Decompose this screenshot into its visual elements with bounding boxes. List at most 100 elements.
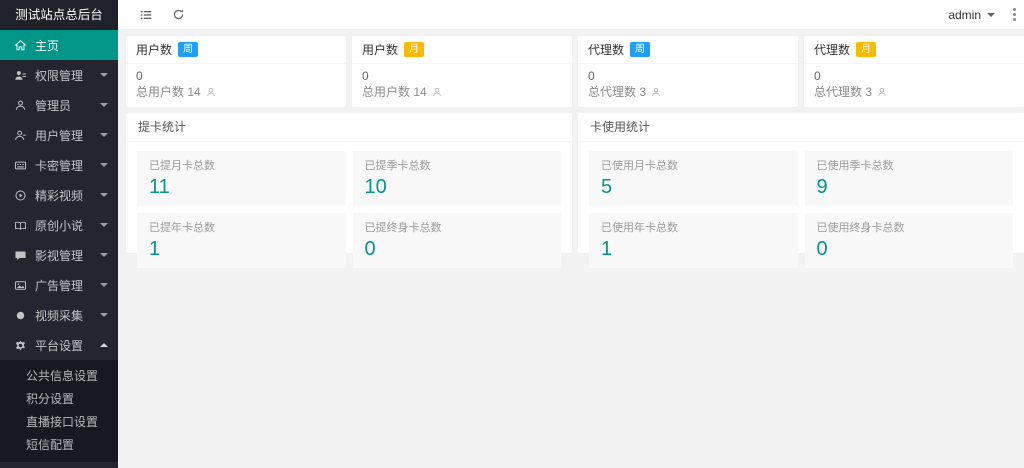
sidebar-item-label: 广告管理 (35, 278, 84, 293)
sidebar-nav: 主页 权限管理 管理员 用户管理 卡密管理 精彩视频 原创小说 影视管理 广告管… (0, 30, 118, 462)
panel-title: 卡使用统计 (578, 113, 1024, 142)
app-title: 测试站点总后台 (0, 0, 118, 30)
sidebar-submenu: 公共信息设置 积分设置 直播接口设置 短信配置 (0, 360, 118, 462)
panel-card-issue-stats: 提卡统计 已提月卡总数 11 已提季卡总数 10 已提年卡总数 1 已提终身卡总… (126, 113, 572, 268)
sidebar-item-label: 影视管理 (35, 248, 84, 263)
card-header: 用户数 月 (352, 36, 572, 64)
image-icon (13, 278, 27, 292)
card-total: 总代理数 3 (588, 84, 788, 100)
home-icon (13, 38, 27, 52)
card-value: 0 (814, 69, 821, 83)
sidebar-item-movies[interactable]: 影视管理 (0, 240, 118, 270)
cell-value: 11 (149, 176, 170, 198)
sidebar-subitem-public-info[interactable]: 公共信息设置 (0, 365, 118, 388)
week-badge: 周 (630, 42, 651, 57)
gear-icon (13, 338, 27, 352)
panel-card-usage-stats: 卡使用统计 已使用月卡总数 5 已使用季卡总数 9 已使用年卡总数 1 已使用终… (578, 113, 1024, 268)
sidebar-item-card-keys[interactable]: 卡密管理 (0, 150, 118, 180)
week-badge: 周 (178, 42, 199, 57)
sidebar-item-permissions[interactable]: 权限管理 (0, 60, 118, 90)
card-total-label: 总用户数 14 (136, 85, 201, 99)
panels-row: 提卡统计 已提月卡总数 11 已提季卡总数 10 已提年卡总数 1 已提终身卡总… (126, 113, 1024, 268)
stat-card-users-week: 用户数 周 0 总用户数 14 (126, 36, 346, 107)
refresh-icon[interactable] (170, 7, 186, 23)
admin-label: admin (948, 7, 981, 22)
app-window: 测试站点总后台 主页 权限管理 管理员 用户管理 卡密管理 精彩视频 原创小说 … (0, 0, 1024, 468)
cell-value: 1 (601, 238, 613, 260)
card-title: 用户数 (136, 43, 173, 57)
book-icon (13, 218, 27, 232)
cell-label: 已提月卡总数 (149, 160, 215, 172)
permission-user-icon (13, 68, 27, 82)
card-body: 0 总用户数 14 (126, 64, 346, 107)
menu-fold-icon[interactable] (138, 7, 154, 23)
sidebar-item-label: 用户管理 (35, 128, 84, 143)
sidebar-item-label: 平台设置 (35, 338, 84, 353)
chevron-down-icon (100, 103, 108, 107)
card-value: 0 (588, 69, 595, 83)
panel-body: 已使用月卡总数 5 已使用季卡总数 9 已使用年卡总数 1 已使用终身卡总数 0 (578, 142, 1024, 277)
stat-card-agents-week: 代理数 周 0 总代理数 3 (578, 36, 798, 107)
user-icon (13, 128, 27, 142)
person-icon (432, 87, 441, 97)
month-badge: 月 (856, 42, 877, 57)
card-total: 总代理数 3 (814, 84, 1014, 100)
card-title: 代理数 (814, 43, 851, 57)
card-value: 0 (136, 69, 143, 83)
sidebar-item-video-collect[interactable]: 视频采集 (0, 300, 118, 330)
topbar: admin (118, 0, 1024, 30)
chevron-up-icon (100, 343, 108, 347)
chevron-down-icon (987, 12, 995, 17)
stat-cell: 已提终身卡总数 0 (352, 213, 561, 268)
cell-value: 0 (816, 238, 828, 260)
cell-label: 已使用季卡总数 (816, 160, 894, 172)
cell-value: 0 (364, 238, 376, 260)
cell-label: 已使用月卡总数 (601, 160, 678, 172)
more-vertical-icon[interactable] (1009, 5, 1020, 24)
chevron-down-icon (100, 73, 108, 77)
panel-body: 已提月卡总数 11 已提季卡总数 10 已提年卡总数 1 已提终身卡总数 0 (126, 142, 572, 277)
card-header: 代理数 月 (804, 36, 1024, 64)
sidebar-item-admins[interactable]: 管理员 (0, 90, 118, 120)
cell-value: 10 (364, 176, 387, 198)
sidebar-item-label: 原创小说 (35, 218, 84, 233)
card-value: 0 (362, 69, 369, 83)
sidebar-item-label: 卡密管理 (35, 158, 84, 173)
dashboard-content: 用户数 周 0 总用户数 14 用户数 月 0 总用户数 14 代理数 周 0 … (118, 30, 1024, 468)
chevron-down-icon (100, 283, 108, 287)
person-icon (652, 87, 660, 97)
stat-cards-row: 用户数 周 0 总用户数 14 用户数 月 0 总用户数 14 代理数 周 0 … (126, 36, 1024, 107)
card-header: 代理数 周 (578, 36, 798, 64)
card-body: 0 总用户数 14 (352, 64, 572, 107)
card-title: 代理数 (588, 43, 625, 57)
sidebar-subitem-live-api[interactable]: 直播接口设置 (0, 411, 118, 434)
record-circle-icon (13, 308, 27, 322)
cell-label: 已提终身卡总数 (364, 222, 442, 234)
card-total-label: 总代理数 3 (588, 85, 647, 99)
sidebar-item-videos[interactable]: 精彩视频 (0, 180, 118, 210)
sidebar-subitem-sms[interactable]: 短信配置 (0, 434, 118, 457)
sidebar-item-novels[interactable]: 原创小说 (0, 210, 118, 240)
panel-title: 提卡统计 (126, 113, 572, 142)
play-circle-icon (13, 188, 27, 202)
stat-cell: 已使用月卡总数 5 (589, 151, 798, 206)
chevron-down-icon (100, 253, 108, 257)
comment-icon (13, 248, 27, 262)
person-icon (206, 87, 215, 97)
cell-label: 已提年卡总数 (149, 222, 215, 234)
sidebar-item-home[interactable]: 主页 (0, 30, 118, 60)
sidebar-item-ads[interactable]: 广告管理 (0, 270, 118, 300)
admin-dropdown[interactable]: admin (948, 8, 995, 22)
sidebar-item-platform-settings[interactable]: 平台设置 (0, 330, 118, 360)
cell-label: 已使用年卡总数 (601, 222, 678, 234)
sidebar-item-users[interactable]: 用户管理 (0, 120, 118, 150)
stat-cell: 已提月卡总数 11 (137, 151, 346, 206)
card-title: 用户数 (362, 43, 399, 57)
sidebar-item-label: 主页 (35, 38, 60, 53)
sidebar-subitem-points[interactable]: 积分设置 (0, 388, 118, 411)
chevron-down-icon (100, 133, 108, 137)
stat-cell: 已使用年卡总数 1 (589, 213, 798, 268)
card-header: 用户数 周 (126, 36, 346, 64)
stat-cell: 已提季卡总数 10 (352, 151, 561, 206)
sidebar-item-label: 管理员 (35, 98, 72, 113)
